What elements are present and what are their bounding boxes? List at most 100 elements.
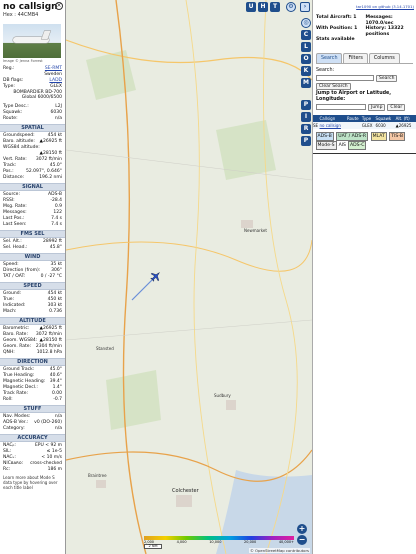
map-button-k[interactable]: K <box>301 66 311 76</box>
map-button-i[interactable]: I <box>301 112 311 122</box>
fms-label: Sel. Head.: <box>3 244 28 250</box>
section-fms-sel[interactable]: FMS SEL <box>0 229 65 238</box>
altitude-row: QNH: 1012.8 hPa <box>0 350 65 356</box>
direction-label: Roll: <box>3 396 13 402</box>
row-altitude: ▲26925 <box>395 121 416 129</box>
section-stuff[interactable]: STUFF <box>0 404 65 413</box>
row-type: GLEX <box>361 121 376 129</box>
signal-list: Source: ADS-B RSSI: -28.4 Msg. Rate: 0.9 Messa… <box>0 192 65 228</box>
altitude-label: QNH: <box>3 349 15 355</box>
jump-input[interactable] <box>316 104 366 110</box>
source-legend: ADS-B UAT / ADS-R MLAT TIS-B Mode-S AIS … <box>313 129 416 154</box>
section-wind[interactable]: WIND <box>0 252 65 261</box>
map-button-r[interactable]: R <box>301 124 311 134</box>
altitude-list: Barometric: ▲26925 ft Baro. Rate: 3072 ft/m… <box>0 326 65 356</box>
stuff-label: Category: <box>3 425 25 431</box>
zoom-in-button[interactable]: + <box>297 524 307 534</box>
map-button-u[interactable]: U <box>246 2 256 12</box>
layers-icon[interactable]: ◎ <box>301 18 311 28</box>
map-base: Newmarket Sudbury Colchester Braintree S… <box>66 0 312 554</box>
learn-more-text: Learn more about Mode S data type by hov… <box>3 474 58 490</box>
signal-row: Last Seen: 7.4 s <box>0 222 65 228</box>
route-value: n/a <box>54 115 62 121</box>
col-type[interactable]: Type <box>361 114 376 122</box>
legend-adsb: ADS-B <box>315 131 334 141</box>
map-button-c[interactable]: C <box>301 30 311 40</box>
stats-block: Total Aircraft: 1 Messages: 1070.0/sec W… <box>313 9 416 43</box>
fms-value: 45.8° <box>49 244 62 250</box>
svg-text:Colchester: Colchester <box>172 488 200 494</box>
section-signal[interactable]: SIGNAL <box>0 182 65 191</box>
row-callsign[interactable]: no callsign <box>319 121 347 129</box>
jump-button[interactable]: Jump <box>368 103 386 111</box>
route-label: Route: <box>3 115 18 121</box>
spatial-label: Distance: <box>3 174 25 180</box>
legend-uat: UAT / ADS-R <box>336 131 369 141</box>
svg-text:Newmarket: Newmarket <box>244 228 267 233</box>
map-button-h[interactable]: H <box>258 2 268 12</box>
spatial-value: ▲26925 ft <box>39 138 62 144</box>
map-button-p2[interactable]: P <box>301 136 311 146</box>
map-view[interactable]: Newmarket Sudbury Colchester Braintree S… <box>66 0 312 554</box>
col-altitude[interactable]: Alt. (ft) <box>395 114 416 122</box>
signal-value: 7.4 s <box>51 221 62 227</box>
col-squawk[interactable]: Squawk <box>375 114 396 122</box>
direction-list: Ground Track: 45.0° True Heading: 40.6° Magn… <box>0 367 65 403</box>
spatial-row: Distance: 196.2 nmi <box>0 175 65 181</box>
stats-available-link[interactable]: Stats available <box>316 37 364 43</box>
scale-tick: 40,000+ <box>278 540 294 544</box>
clear-search-button[interactable]: Clear Search <box>316 82 351 90</box>
panel-tabs: Search Filters Columns <box>316 52 413 64</box>
col-route[interactable]: Route <box>347 114 362 122</box>
tab-filters[interactable]: Filters <box>343 52 368 63</box>
speed-value: 0.736 <box>49 308 62 314</box>
col-callsign[interactable]: Callsign <box>319 114 347 122</box>
row-route <box>347 121 362 129</box>
close-icon[interactable]: × <box>55 2 63 10</box>
section-altitude[interactable]: ALTITUDE <box>0 316 65 325</box>
legend-adsc: ADS-C <box>347 140 367 150</box>
aircraft-info-panel: no callsign Hex : 44CMB4 × Image © Jenna… <box>0 0 66 554</box>
section-spatial[interactable]: SPATIAL <box>0 123 65 132</box>
table-row[interactable]: SE no callsign GLEX 6030 ▲26925 <box>313 121 416 129</box>
map-button-p[interactable]: P <box>301 100 311 110</box>
hex-label: Hex : <box>3 12 16 18</box>
aircraft-list-panel: tar1090 on github (3.14.1701) Total Airc… <box>312 0 416 554</box>
version-link[interactable]: tar1090 on github (3.14.1701) <box>313 0 416 9</box>
section-speed[interactable]: SPEED <box>0 281 65 290</box>
aircraft-photo[interactable] <box>3 24 61 58</box>
clear-button[interactable]: Clear <box>387 103 406 111</box>
section-accuracy[interactable]: ACCURACY <box>0 433 65 442</box>
distance-scale: 2 NM <box>144 544 162 549</box>
map-button-m[interactable]: M <box>301 78 311 88</box>
hex-value: 44CMB4 <box>17 12 39 18</box>
zoom-out-button[interactable]: − <box>297 535 307 545</box>
map-button-o[interactable]: O <box>301 54 311 64</box>
search-row: Search <box>316 74 413 82</box>
aircraft-table: Callsign Route Type Squawk Alt. (ft) SE … <box>313 114 416 129</box>
altitude-scale-ticks: 2,000 4,000 10,000 20,000 40,000+ <box>144 540 294 544</box>
direction-row: Roll: -0.7 <box>0 397 65 403</box>
svg-text:Sudbury: Sudbury <box>214 393 231 398</box>
search-input[interactable] <box>316 75 374 81</box>
scale-tick: 4,000 <box>176 540 187 544</box>
tab-columns[interactable]: Columns <box>368 52 400 63</box>
type-value: GLEX <box>50 83 62 89</box>
map-button-t[interactable]: T <box>270 2 280 12</box>
search-button[interactable]: Search <box>376 74 398 82</box>
route-row: Route: n/a <box>0 116 65 122</box>
type-label: Type: <box>3 83 15 89</box>
aircraft-hex-line: Hex : 44CMB4 <box>0 12 65 18</box>
accuracy-label: Rc: <box>3 466 11 472</box>
settings-gear-icon[interactable]: ⚙ <box>286 2 296 12</box>
wind-list: Speed: 35 kt Direction (from): 306° TAT / OA… <box>0 262 65 280</box>
tab-search[interactable]: Search <box>316 52 343 63</box>
row-squawk: 6030 <box>375 121 396 129</box>
legend-tisb: TIS-B <box>389 131 405 141</box>
svg-text:Braintree: Braintree <box>88 473 107 478</box>
jump-label: Jump to Airport or Latitude, Longitude: <box>316 90 392 102</box>
collapse-sidebar-icon[interactable]: › <box>300 2 310 12</box>
section-direction[interactable]: DIRECTION <box>0 357 65 366</box>
speed-list: Ground: 454 kt True: 450 kt Indicated: 303 kt… <box>0 291 65 315</box>
map-button-l[interactable]: L <box>301 42 311 52</box>
